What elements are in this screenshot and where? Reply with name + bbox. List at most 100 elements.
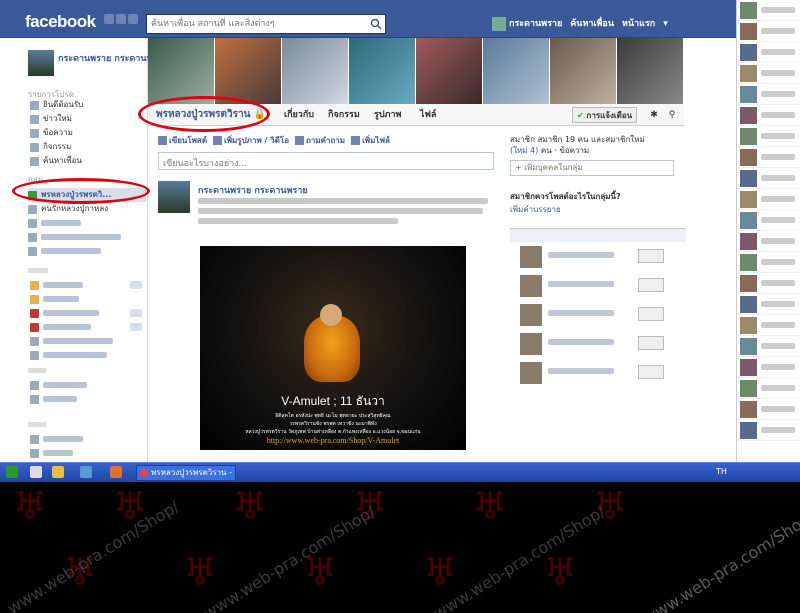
folder-icon[interactable]	[52, 466, 64, 478]
blurred-name[interactable]	[548, 281, 614, 287]
chat-contact-row[interactable]	[737, 420, 800, 441]
chat-contact-row[interactable]	[737, 126, 800, 147]
members-count[interactable]: สมาชิก สมาชิก 19 คน และสมาชิกใหม่	[510, 135, 645, 144]
sidebar-item-blurred[interactable]	[30, 278, 146, 292]
write-post-tab[interactable]: เขียนโพสต์	[158, 136, 207, 145]
blurred-name[interactable]	[548, 368, 614, 374]
quick-launch-icon[interactable]	[80, 466, 92, 478]
profile-link[interactable]: กระดานพราย	[492, 16, 562, 31]
chat-contact-row[interactable]	[737, 294, 800, 315]
sidebar-item-find-friends[interactable]: ค้นหาเพื่อน	[30, 154, 146, 168]
cover-photo[interactable]	[617, 38, 684, 104]
sidebar-item-blurred[interactable]	[30, 432, 146, 446]
ask-question-tab[interactable]: ถามคำถาม	[295, 136, 345, 145]
sidebar-item-blurred[interactable]	[30, 334, 146, 348]
sidebar-item-blurred[interactable]	[28, 244, 146, 258]
chat-contact-row[interactable]	[737, 273, 800, 294]
quick-launch-icon[interactable]	[30, 466, 42, 478]
profile-picture[interactable]	[28, 50, 54, 76]
search-icon[interactable]	[370, 18, 382, 30]
post-image[interactable]: V-Amulet ; 11 ธันวา อิติสุคโต อรหังปะ พุ…	[200, 246, 466, 450]
sidebar-item-blurred[interactable]	[30, 392, 146, 406]
add-description-link[interactable]: เพิ่มคำบรรยาย	[510, 203, 686, 216]
notifications-icon[interactable]	[128, 14, 138, 24]
new-members-link[interactable]: (ใหม่ 4)	[510, 146, 538, 155]
cover-photo[interactable]	[148, 38, 215, 104]
notifications-button[interactable]: ✔ การแจ้งเตือน	[572, 107, 638, 123]
chat-contact-row[interactable]	[737, 42, 800, 63]
facebook-logo[interactable]: facebook	[25, 12, 96, 32]
add-photo-tab[interactable]: เพิ่มรูปภาพ / วิดีโอ	[213, 136, 289, 145]
chat-contact-row[interactable]	[737, 189, 800, 210]
avatar[interactable]	[520, 304, 542, 326]
sidebar-item-blurred[interactable]	[30, 348, 146, 362]
blurred-name[interactable]	[548, 252, 614, 258]
chat-contact-row[interactable]	[737, 231, 800, 252]
search-input[interactable]	[147, 15, 367, 33]
add-member-button[interactable]	[638, 336, 664, 350]
sidebar-item-blurred[interactable]	[28, 216, 146, 230]
chat-contact-row[interactable]	[737, 63, 800, 84]
avatar[interactable]	[520, 246, 542, 268]
cover-photo[interactable]	[349, 38, 416, 104]
chat-contact-row[interactable]	[737, 0, 800, 21]
sidebar-item-news-feed[interactable]: ข่าวใหม่	[30, 112, 146, 126]
start-icon[interactable]	[6, 466, 18, 478]
profile-name[interactable]: กระดานพราย กระดานพราย	[58, 53, 168, 65]
friend-requests-icon[interactable]	[104, 14, 114, 24]
sidebar-item-blurred[interactable]	[28, 230, 146, 244]
home-link[interactable]: หน้าแรก	[622, 19, 655, 29]
post-author-avatar[interactable]	[158, 181, 190, 213]
cover-photo[interactable]	[416, 38, 483, 104]
taskbar-window-button[interactable]: พรหลวงปู่วรพรตวิราน - ...	[136, 465, 236, 481]
find-friends-link[interactable]: ค้นหาเพื่อน	[570, 19, 614, 29]
quick-launch-icon[interactable]	[110, 466, 122, 478]
avatar[interactable]	[520, 333, 542, 355]
chat-contact-row[interactable]	[737, 147, 800, 168]
chat-contact-row[interactable]	[737, 252, 800, 273]
cover-photo[interactable]	[215, 38, 282, 104]
tab-about[interactable]: เกี่ยวกับ	[284, 104, 314, 126]
add-member-button[interactable]	[638, 249, 664, 263]
chat-contact-row[interactable]	[737, 357, 800, 378]
add-member-button[interactable]	[638, 307, 664, 321]
messages-icon[interactable]	[116, 14, 126, 24]
tab-photos[interactable]: รูปภาพ	[374, 104, 401, 126]
sidebar-item-blurred[interactable]	[30, 378, 146, 392]
add-member-button[interactable]	[638, 365, 664, 379]
sidebar-item-blurred[interactable]	[30, 446, 146, 460]
sidebar-item-events[interactable]: กิจกรรม	[30, 140, 146, 154]
avatar[interactable]	[520, 275, 542, 297]
add-file-tab[interactable]: เพิ่มไฟล์	[351, 136, 390, 145]
avatar[interactable]	[520, 362, 542, 384]
search-icon[interactable]: ⚲	[666, 107, 678, 123]
composer-input[interactable]: เขียนอะไรบางอย่าง...	[158, 152, 494, 170]
cover-photo[interactable]	[282, 38, 349, 104]
chat-contact-row[interactable]	[737, 399, 800, 420]
gear-icon[interactable]: ✱	[648, 107, 660, 123]
chat-contact-row[interactable]	[737, 210, 800, 231]
sidebar-item-blurred[interactable]	[30, 306, 146, 320]
blurred-name[interactable]	[548, 310, 614, 316]
sidebar-item-welcome[interactable]: ยินดีต้อนรับ	[30, 98, 146, 112]
chat-contact-row[interactable]	[737, 315, 800, 336]
sidebar-item-blurred[interactable]	[30, 320, 146, 334]
chat-contact-row[interactable]	[737, 336, 800, 357]
sidebar-item-blurred[interactable]	[30, 292, 146, 306]
chat-contact-row[interactable]	[737, 21, 800, 42]
chat-contact-row[interactable]	[737, 84, 800, 105]
cover-photo[interactable]	[550, 38, 617, 104]
tab-events[interactable]: กิจกรรม	[328, 104, 360, 126]
cover-photo[interactable]	[483, 38, 550, 104]
add-member-button[interactable]	[638, 278, 664, 292]
chat-contact-row[interactable]	[737, 378, 800, 399]
language-indicator[interactable]: TH	[716, 467, 727, 476]
add-people-input[interactable]: + เพิ่มบุคคลในกลุ่ม	[510, 160, 674, 176]
chat-contact-row[interactable]	[737, 105, 800, 126]
sidebar-item-group[interactable]: คนรักหลวงปู่กาหลง	[28, 202, 146, 216]
sidebar-item-messages[interactable]: ข้อความ	[30, 126, 146, 140]
chevron-down-icon[interactable]: ▾	[663, 19, 668, 29]
post-author[interactable]: กระดานพราย กระดานพราย	[198, 183, 308, 197]
tab-files[interactable]: ไฟล์	[420, 104, 436, 126]
blurred-name[interactable]	[548, 339, 614, 345]
